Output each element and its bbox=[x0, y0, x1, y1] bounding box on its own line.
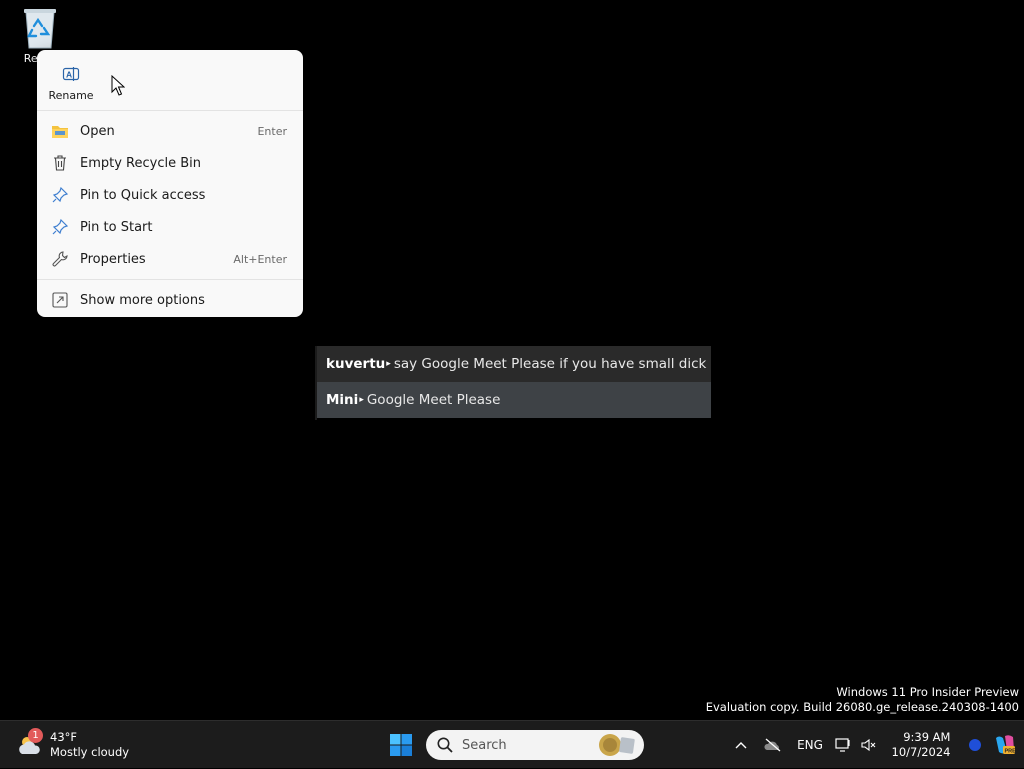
chat-message: Mini ▸ Google Meet Please bbox=[317, 382, 711, 418]
clock-date: 10/7/2024 bbox=[891, 745, 951, 759]
search-icon bbox=[436, 736, 454, 754]
windows-watermark: Windows 11 Pro Insider Preview Evaluatio… bbox=[706, 685, 1019, 715]
chat-message: kuvertu ▸ say Google Meet Please if you … bbox=[317, 346, 711, 382]
pin-icon bbox=[51, 218, 69, 236]
notification-icon[interactable] bbox=[964, 721, 986, 769]
trash-icon bbox=[51, 154, 69, 172]
svg-text:A: A bbox=[66, 70, 72, 80]
show-hidden-icons-chevron-icon[interactable] bbox=[726, 721, 756, 769]
menu-item-properties[interactable]: Properties Alt+Enter bbox=[37, 243, 303, 275]
chat-overlay: kuvertu ▸ say Google Meet Please if you … bbox=[315, 346, 711, 420]
cloud-sun-icon: 1 bbox=[16, 728, 46, 760]
menu-item-label: Empty Recycle Bin bbox=[80, 155, 201, 171]
menu-item-label: Show more options bbox=[80, 292, 205, 308]
menu-item-label: Properties bbox=[80, 251, 146, 267]
menu-item-empty-recycle-bin[interactable]: Empty Recycle Bin bbox=[37, 147, 303, 179]
taskbar-search-box[interactable]: Search bbox=[426, 730, 644, 760]
weather-widget[interactable]: 1 43°F Mostly cloudy bbox=[16, 727, 129, 763]
search-highlight-icon bbox=[596, 732, 638, 758]
chat-arrow-icon: ▸ bbox=[359, 395, 364, 405]
search-placeholder: Search bbox=[462, 737, 507, 753]
context-menu-quick-actions: A Rename bbox=[37, 50, 303, 108]
volume-muted-icon[interactable] bbox=[856, 721, 882, 769]
chat-text: say Google Meet Please if you have small… bbox=[393, 356, 707, 372]
onedrive-offline-icon[interactable] bbox=[756, 721, 790, 769]
clock[interactable]: 9:39 AM 10/7/2024 bbox=[882, 721, 964, 769]
menu-item-label: Pin to Quick access bbox=[80, 187, 206, 203]
weather-condition: Mostly cloudy bbox=[50, 745, 130, 759]
taskbar: 1 43°F Mostly cloudy Search ENG 9:39 AM … bbox=[0, 720, 1024, 768]
desktop: Recyc A Rename bbox=[0, 0, 1024, 720]
separator bbox=[37, 110, 303, 111]
chat-arrow-icon: ▸ bbox=[386, 359, 391, 369]
pin-icon bbox=[51, 186, 69, 204]
separator bbox=[37, 279, 303, 280]
menu-item-pin-start[interactable]: Pin to Start bbox=[37, 211, 303, 243]
windows-logo-icon bbox=[390, 734, 412, 756]
input-language-indicator[interactable]: ENG bbox=[790, 721, 830, 769]
rename-icon: A bbox=[62, 65, 80, 83]
wrench-icon bbox=[51, 250, 69, 268]
svg-text:PRE: PRE bbox=[1005, 749, 1017, 755]
menu-item-shortcut: Enter bbox=[257, 124, 287, 138]
copilot-icon[interactable]: PRE bbox=[986, 721, 1024, 769]
menu-item-pin-quick-access[interactable]: Pin to Quick access bbox=[37, 179, 303, 211]
clock-time: 9:39 AM bbox=[903, 730, 951, 744]
system-tray: ENG 9:39 AM 10/7/2024 PRE bbox=[726, 721, 1024, 769]
watermark-line-2: Evaluation copy. Build 26080.ge_release.… bbox=[705, 700, 1019, 714]
weather-badge: 1 bbox=[28, 728, 43, 743]
watermark-line-1: Windows 11 Pro Insider Preview bbox=[836, 685, 1019, 699]
chat-text: Google Meet Please bbox=[366, 392, 501, 408]
weather-temperature: 43°F bbox=[50, 730, 77, 744]
context-menu: A Rename Open Enter Empty Recycle Bin Pi… bbox=[37, 50, 303, 317]
menu-item-label: Pin to Start bbox=[80, 219, 153, 235]
menu-item-show-more-options[interactable]: Show more options bbox=[37, 284, 303, 316]
folder-icon bbox=[51, 122, 69, 140]
start-button[interactable] bbox=[385, 729, 417, 761]
chat-username: Mini bbox=[326, 392, 359, 408]
menu-item-shortcut: Alt+Enter bbox=[233, 252, 287, 266]
network-icon[interactable] bbox=[830, 721, 856, 769]
rename-button[interactable]: A Rename bbox=[45, 58, 97, 102]
menu-item-open[interactable]: Open Enter bbox=[37, 115, 303, 147]
menu-item-label: Open bbox=[80, 123, 115, 139]
rename-label: Rename bbox=[48, 89, 94, 102]
mouse-cursor-icon bbox=[111, 74, 126, 97]
show-more-icon bbox=[51, 291, 69, 309]
chat-username: kuvertu bbox=[326, 356, 386, 372]
recycle-bin-icon bbox=[22, 6, 58, 50]
